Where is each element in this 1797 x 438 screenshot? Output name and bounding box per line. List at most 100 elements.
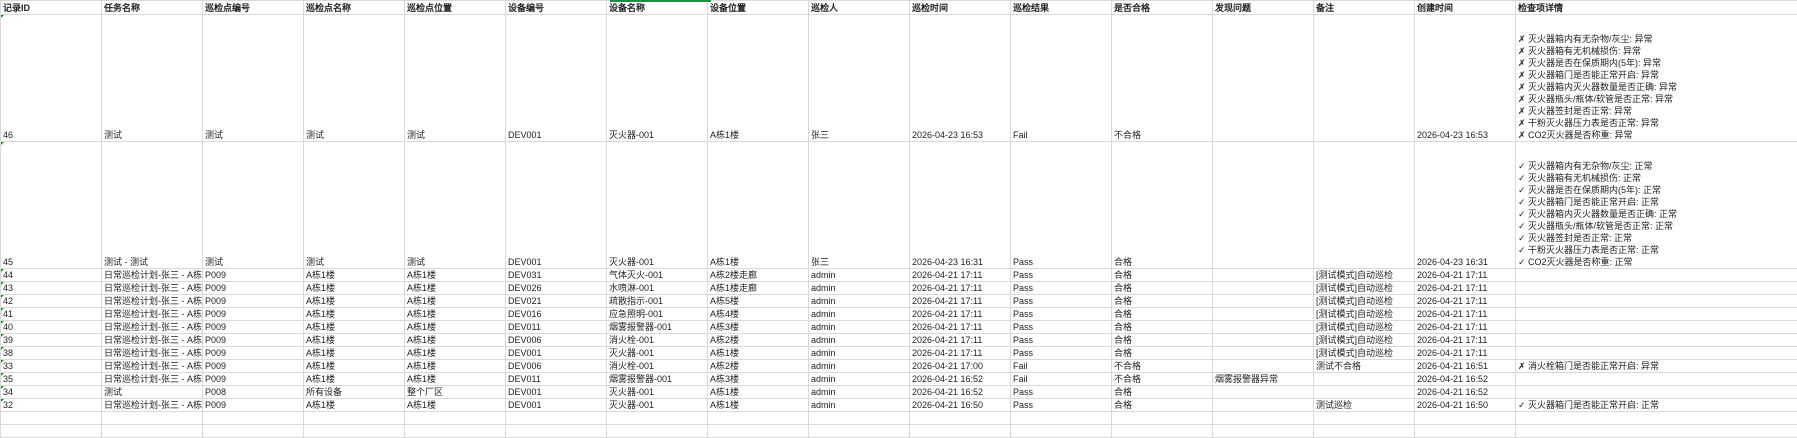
empty-cell[interactable] (809, 412, 910, 425)
cell-remarks[interactable]: [测试模式]自动巡检 (1314, 269, 1415, 282)
cell-point-code[interactable]: P009 (203, 399, 304, 412)
cell-device-name[interactable]: 灭火器-001 (607, 399, 708, 412)
cell-created-time[interactable]: 2026-04-23 16:53 (1415, 15, 1516, 142)
cell-point-location[interactable]: A栋1楼 (405, 308, 506, 321)
cell-inspection-result[interactable]: Pass (1011, 321, 1112, 334)
cell-inspector[interactable]: 张三 (809, 15, 910, 142)
empty-cell[interactable] (708, 412, 809, 425)
cell-inspector[interactable]: admin (809, 269, 910, 282)
header-remarks[interactable]: 备注 (1314, 1, 1415, 15)
cell-qualified[interactable]: 不合格 (1112, 373, 1213, 386)
empty-cell[interactable] (102, 412, 203, 425)
cell-created-time[interactable]: 2026-04-21 17:11 (1415, 334, 1516, 347)
cell-issues-found[interactable] (1213, 399, 1314, 412)
cell-device-name[interactable]: 灭火器-001 (607, 386, 708, 399)
cell-qualified[interactable]: 不合格 (1112, 360, 1213, 373)
cell-point-name[interactable]: 测试 (304, 15, 405, 142)
cell-device-location[interactable]: A栋4楼 (708, 308, 809, 321)
cell-point-location[interactable]: 整个厂区 (405, 386, 506, 399)
cell-point-location[interactable]: A栋1楼 (405, 347, 506, 360)
cell-device-name[interactable]: 消火栓-001 (607, 334, 708, 347)
cell-inspection-time[interactable]: 2026-04-21 17:11 (910, 347, 1011, 360)
cell-issues-found[interactable] (1213, 142, 1314, 269)
cell-task-name[interactable]: 日常巡检计划-张三 - A栋 (102, 308, 203, 321)
cell-point-location[interactable]: A栋1楼 (405, 399, 506, 412)
cell-device-name[interactable]: 灭火器-001 (607, 15, 708, 142)
cell-inspection-time[interactable]: 2026-04-21 17:11 (910, 269, 1011, 282)
cell-remarks[interactable]: [测试模式]自动巡检 (1314, 282, 1415, 295)
cell-device-code[interactable]: DEV006 (506, 360, 607, 373)
cell-record-id[interactable]: 43 (1, 282, 102, 295)
cell-issues-found[interactable] (1213, 334, 1314, 347)
empty-cell[interactable] (1516, 412, 1797, 425)
cell-remarks[interactable] (1314, 386, 1415, 399)
cell-created-time[interactable]: 2026-04-21 17:11 (1415, 347, 1516, 360)
cell-inspection-result[interactable]: Fail (1011, 15, 1112, 142)
cell-point-code[interactable]: P009 (203, 308, 304, 321)
cell-qualified[interactable]: 合格 (1112, 282, 1213, 295)
cell-point-name[interactable]: A栋1楼 (304, 347, 405, 360)
cell-inspection-result[interactable]: Pass (1011, 295, 1112, 308)
cell-device-code[interactable]: DEV001 (506, 15, 607, 142)
cell-record-id[interactable]: 38 (1, 347, 102, 360)
cell-record-id[interactable]: 39 (1, 334, 102, 347)
cell-point-name[interactable]: A栋1楼 (304, 321, 405, 334)
cell-remarks[interactable]: [测试模式]自动巡检 (1314, 321, 1415, 334)
cell-check-details[interactable] (1516, 386, 1797, 399)
cell-device-location[interactable]: A栋5楼 (708, 295, 809, 308)
cell-task-name[interactable]: 日常巡检计划-张三 - A栋 (102, 269, 203, 282)
cell-device-code[interactable]: DEV001 (506, 142, 607, 269)
cell-qualified[interactable]: 合格 (1112, 269, 1213, 282)
cell-task-name[interactable]: 日常巡检计划-张三 - A栋 (102, 282, 203, 295)
cell-check-details[interactable] (1516, 269, 1797, 282)
cell-qualified[interactable]: 合格 (1112, 308, 1213, 321)
cell-remarks[interactable]: [测试模式]自动巡检 (1314, 334, 1415, 347)
cell-point-name[interactable]: A栋1楼 (304, 360, 405, 373)
cell-qualified[interactable]: 不合格 (1112, 15, 1213, 142)
header-device-code[interactable]: 设备编号 (506, 1, 607, 15)
cell-record-id[interactable]: 45 (1, 142, 102, 269)
cell-inspection-result[interactable]: Pass (1011, 308, 1112, 321)
header-inspector[interactable]: 巡检人 (809, 1, 910, 15)
cell-remarks[interactable]: [测试模式]自动巡检 (1314, 308, 1415, 321)
empty-cell[interactable] (506, 412, 607, 425)
cell-point-name[interactable]: A栋1楼 (304, 308, 405, 321)
cell-check-details[interactable]: ✓ 灭火器箱门是否能正常开启: 正常 (1516, 399, 1797, 412)
cell-inspection-result[interactable]: Pass (1011, 347, 1112, 360)
empty-cell[interactable] (1213, 412, 1314, 425)
cell-qualified[interactable]: 合格 (1112, 386, 1213, 399)
cell-remarks[interactable]: 测试不合格 (1314, 360, 1415, 373)
cell-inspection-time[interactable]: 2026-04-21 17:11 (910, 282, 1011, 295)
header-point-name[interactable]: 巡检点名称 (304, 1, 405, 15)
cell-point-code[interactable]: P009 (203, 347, 304, 360)
header-qualified[interactable]: 是否合格 (1112, 1, 1213, 15)
cell-point-location[interactable]: A栋1楼 (405, 360, 506, 373)
cell-point-name[interactable]: A栋1楼 (304, 399, 405, 412)
cell-device-name[interactable]: 气体灭火-001 (607, 269, 708, 282)
cell-device-location[interactable]: A栋1楼 (708, 399, 809, 412)
cell-task-name[interactable]: 日常巡检计划-张三 - A栋 (102, 373, 203, 386)
cell-device-location[interactable]: A栋2楼 (708, 360, 809, 373)
cell-inspection-time[interactable]: 2026-04-21 17:00 (910, 360, 1011, 373)
cell-inspection-result[interactable]: Fail (1011, 360, 1112, 373)
cell-check-details[interactable]: ✓ 灭火器箱内有无杂物/灰尘: 正常 ✓ 灭火器箱有无机械损伤: 正常 ✓ 灭火… (1516, 142, 1797, 269)
cell-inspection-time[interactable]: 2026-04-21 17:11 (910, 308, 1011, 321)
cell-device-code[interactable]: DEV026 (506, 282, 607, 295)
cell-issues-found[interactable] (1213, 308, 1314, 321)
cell-point-location[interactable]: A栋1楼 (405, 373, 506, 386)
header-point-location[interactable]: 巡检点位置 (405, 1, 506, 15)
cell-point-code[interactable]: P009 (203, 295, 304, 308)
cell-created-time[interactable]: 2026-04-21 17:11 (1415, 308, 1516, 321)
cell-record-id[interactable]: 34 (1, 386, 102, 399)
cell-inspection-time[interactable]: 2026-04-23 16:31 (910, 142, 1011, 269)
cell-point-name[interactable]: 测试 (304, 142, 405, 269)
cell-device-name[interactable]: 烟雾报警器-001 (607, 321, 708, 334)
empty-cell[interactable] (1112, 412, 1213, 425)
header-issues-found[interactable]: 发现问题 (1213, 1, 1314, 15)
cell-record-id[interactable]: 46 (1, 15, 102, 142)
cell-qualified[interactable]: 合格 (1112, 334, 1213, 347)
cell-remarks[interactable]: [测试模式]自动巡检 (1314, 295, 1415, 308)
cell-inspector[interactable]: admin (809, 308, 910, 321)
cell-point-location[interactable]: A栋1楼 (405, 321, 506, 334)
cell-device-location[interactable]: A栋1楼 (708, 142, 809, 269)
